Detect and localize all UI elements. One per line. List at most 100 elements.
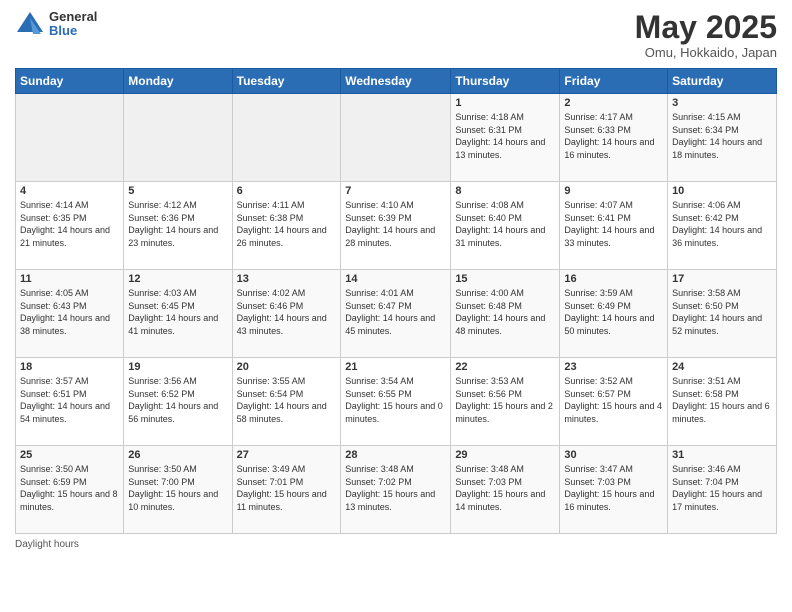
day-number: 25: [20, 449, 119, 461]
day-cell-23: 23Sunrise: 3:52 AMSunset: 6:57 PMDayligh…: [560, 358, 668, 446]
calendar-table: SundayMondayTuesdayWednesdayThursdayFrid…: [15, 68, 777, 534]
logo: General Blue: [15, 10, 97, 39]
logo-text: General Blue: [49, 10, 97, 39]
day-info: Sunrise: 3:50 AMSunset: 6:59 PMDaylight:…: [20, 463, 119, 513]
day-info: Sunrise: 3:57 AMSunset: 6:51 PMDaylight:…: [20, 375, 119, 425]
day-info: Sunrise: 4:12 AMSunset: 6:36 PMDaylight:…: [128, 199, 227, 249]
day-cell-3: 3 Sunrise: 4:15 AMSunset: 6:34 PMDaylight…: [668, 94, 777, 182]
title-block: May 2025 Omu, Hokkaido, Japan: [635, 10, 777, 60]
day-number: 27: [237, 449, 337, 461]
day-cell-28: 28 Sunrise: 3:48 AMSunset: 7:02 PMDayligh…: [341, 446, 451, 534]
day-info: Sunrise: 3:50 AMSunset: 7:00 PMDaylight:…: [128, 463, 227, 513]
day-info: Sunrise: 3:59 AMSunset: 6:49 PMDaylight:…: [564, 287, 663, 337]
week-row-1: 1 Sunrise: 4:18 AMSunset: 6:31 PMDaylight…: [16, 94, 777, 182]
daylight-label: Daylight hours: [15, 539, 79, 550]
day-cell-12: 12 Sunrise: 4:03 AMSunset: 6:45 PMDayligh…: [124, 270, 232, 358]
day-info: Sunrise: 3:56 AMSunset: 6:52 PMDaylight:…: [128, 375, 227, 425]
day-info: Sunrise: 3:53 AMSunset: 6:56 PMDaylight:…: [455, 375, 555, 425]
day-number: 17: [672, 273, 772, 285]
page: General Blue May 2025 Omu, Hokkaido, Jap…: [0, 0, 792, 612]
day-info: Sunrise: 4:17 AMSunset: 6:33 PMDaylight:…: [564, 111, 663, 161]
day-cell-2: 2Sunrise: 4:17 AMSunset: 6:33 PMDaylight…: [560, 94, 668, 182]
day-info: Sunrise: 4:07 AMSunset: 6:41 PMDaylight:…: [564, 199, 663, 249]
day-cell-5: 5 Sunrise: 4:12 AMSunset: 6:36 PMDaylight…: [124, 182, 232, 270]
day-info: Sunrise: 4:08 AMSunset: 6:40 PMDaylight:…: [455, 199, 555, 249]
weekday-header-tuesday: Tuesday: [232, 69, 341, 94]
day-info: Sunrise: 4:05 AMSunset: 6:43 PMDaylight:…: [20, 287, 119, 337]
day-info: Sunrise: 4:15 AMSunset: 6:34 PMDaylight:…: [672, 111, 772, 161]
day-info: Sunrise: 3:46 AMSunset: 7:04 PMDaylight:…: [672, 463, 772, 513]
week-row-3: 11 Sunrise: 4:05 AMSunset: 6:43 PMDayligh…: [16, 270, 777, 358]
day-number: 3: [672, 97, 772, 109]
footer: Daylight hours: [15, 539, 777, 550]
day-cell-25: 25 Sunrise: 3:50 AMSunset: 6:59 PMDayligh…: [16, 446, 124, 534]
day-info: Sunrise: 3:49 AMSunset: 7:01 PMDaylight:…: [237, 463, 337, 513]
day-number: 10: [672, 185, 772, 197]
day-number: 15: [455, 273, 555, 285]
day-cell-18: 18Sunrise: 3:57 AMSunset: 6:51 PMDayligh…: [16, 358, 124, 446]
weekday-header-sunday: Sunday: [16, 69, 124, 94]
day-info: Sunrise: 3:48 AMSunset: 7:02 PMDaylight:…: [345, 463, 446, 513]
day-cell-19: 19 Sunrise: 3:56 AMSunset: 6:52 PMDayligh…: [124, 358, 232, 446]
day-cell-empty-0-0: [16, 94, 124, 182]
day-info: Sunrise: 3:48 AMSunset: 7:03 PMDaylight:…: [455, 463, 555, 513]
day-info: Sunrise: 4:02 AMSunset: 6:46 PMDaylight:…: [237, 287, 337, 337]
logo-blue-text: Blue: [49, 24, 97, 38]
day-number: 12: [128, 273, 227, 285]
day-cell-8: 8Sunrise: 4:08 AMSunset: 6:40 PMDaylight…: [451, 182, 560, 270]
week-row-2: 4 Sunrise: 4:14 AMSunset: 6:35 PMDaylight…: [16, 182, 777, 270]
logo-icon: [15, 10, 45, 38]
day-number: 11: [20, 273, 119, 285]
day-number: 22: [455, 361, 555, 373]
day-info: Sunrise: 3:55 AMSunset: 6:54 PMDaylight:…: [237, 375, 337, 425]
day-info: Sunrise: 4:11 AMSunset: 6:38 PMDaylight:…: [237, 199, 337, 249]
day-info: Sunrise: 3:58 AMSunset: 6:50 PMDaylight:…: [672, 287, 772, 337]
weekday-header-row: SundayMondayTuesdayWednesdayThursdayFrid…: [16, 69, 777, 94]
weekday-header-saturday: Saturday: [668, 69, 777, 94]
day-number: 30: [564, 449, 663, 461]
week-row-5: 25 Sunrise: 3:50 AMSunset: 6:59 PMDayligh…: [16, 446, 777, 534]
day-info: Sunrise: 4:00 AMSunset: 6:48 PMDaylight:…: [455, 287, 555, 337]
day-cell-27: 27 Sunrise: 3:49 AMSunset: 7:01 PMDayligh…: [232, 446, 341, 534]
calendar-location: Omu, Hokkaido, Japan: [635, 45, 777, 60]
day-cell-4: 4 Sunrise: 4:14 AMSunset: 6:35 PMDaylight…: [16, 182, 124, 270]
weekday-header-monday: Monday: [124, 69, 232, 94]
day-info: Sunrise: 4:14 AMSunset: 6:35 PMDaylight:…: [20, 199, 119, 249]
day-number: 5: [128, 185, 227, 197]
day-cell-31: 31Sunrise: 3:46 AMSunset: 7:04 PMDayligh…: [668, 446, 777, 534]
weekday-header-friday: Friday: [560, 69, 668, 94]
calendar-title: May 2025: [635, 10, 777, 45]
day-info: Sunrise: 4:18 AMSunset: 6:31 PMDaylight:…: [455, 111, 555, 161]
day-cell-26: 26Sunrise: 3:50 AMSunset: 7:00 PMDayligh…: [124, 446, 232, 534]
day-cell-16: 16 Sunrise: 3:59 AMSunset: 6:49 PMDayligh…: [560, 270, 668, 358]
day-cell-10: 10 Sunrise: 4:06 AMSunset: 6:42 PMDayligh…: [668, 182, 777, 270]
day-cell-1: 1 Sunrise: 4:18 AMSunset: 6:31 PMDaylight…: [451, 94, 560, 182]
day-cell-20: 20Sunrise: 3:55 AMSunset: 6:54 PMDayligh…: [232, 358, 341, 446]
day-info: Sunrise: 4:06 AMSunset: 6:42 PMDaylight:…: [672, 199, 772, 249]
day-cell-17: 17 Sunrise: 3:58 AMSunset: 6:50 PMDayligh…: [668, 270, 777, 358]
day-number: 13: [237, 273, 337, 285]
day-info: Sunrise: 3:47 AMSunset: 7:03 PMDaylight:…: [564, 463, 663, 513]
day-cell-empty-0-3: [341, 94, 451, 182]
day-cell-15: 15 Sunrise: 4:00 AMSunset: 6:48 PMDayligh…: [451, 270, 560, 358]
day-number: 24: [672, 361, 772, 373]
day-number: 4: [20, 185, 119, 197]
week-row-4: 18Sunrise: 3:57 AMSunset: 6:51 PMDayligh…: [16, 358, 777, 446]
day-info: Sunrise: 4:03 AMSunset: 6:45 PMDaylight:…: [128, 287, 227, 337]
day-cell-29: 29Sunrise: 3:48 AMSunset: 7:03 PMDayligh…: [451, 446, 560, 534]
logo-general-text: General: [49, 10, 97, 24]
day-cell-6: 6Sunrise: 4:11 AMSunset: 6:38 PMDaylight…: [232, 182, 341, 270]
day-info: Sunrise: 3:54 AMSunset: 6:55 PMDaylight:…: [345, 375, 446, 425]
day-cell-30: 30 Sunrise: 3:47 AMSunset: 7:03 PMDayligh…: [560, 446, 668, 534]
day-number: 16: [564, 273, 663, 285]
day-number: 1: [455, 97, 555, 109]
day-number: 28: [345, 449, 446, 461]
day-number: 19: [128, 361, 227, 373]
day-cell-22: 22 Sunrise: 3:53 AMSunset: 6:56 PMDayligh…: [451, 358, 560, 446]
weekday-header-wednesday: Wednesday: [341, 69, 451, 94]
day-number: 7: [345, 185, 446, 197]
day-number: 14: [345, 273, 446, 285]
day-number: 21: [345, 361, 446, 373]
header: General Blue May 2025 Omu, Hokkaido, Jap…: [15, 10, 777, 60]
day-cell-7: 7Sunrise: 4:10 AMSunset: 6:39 PMDaylight…: [341, 182, 451, 270]
